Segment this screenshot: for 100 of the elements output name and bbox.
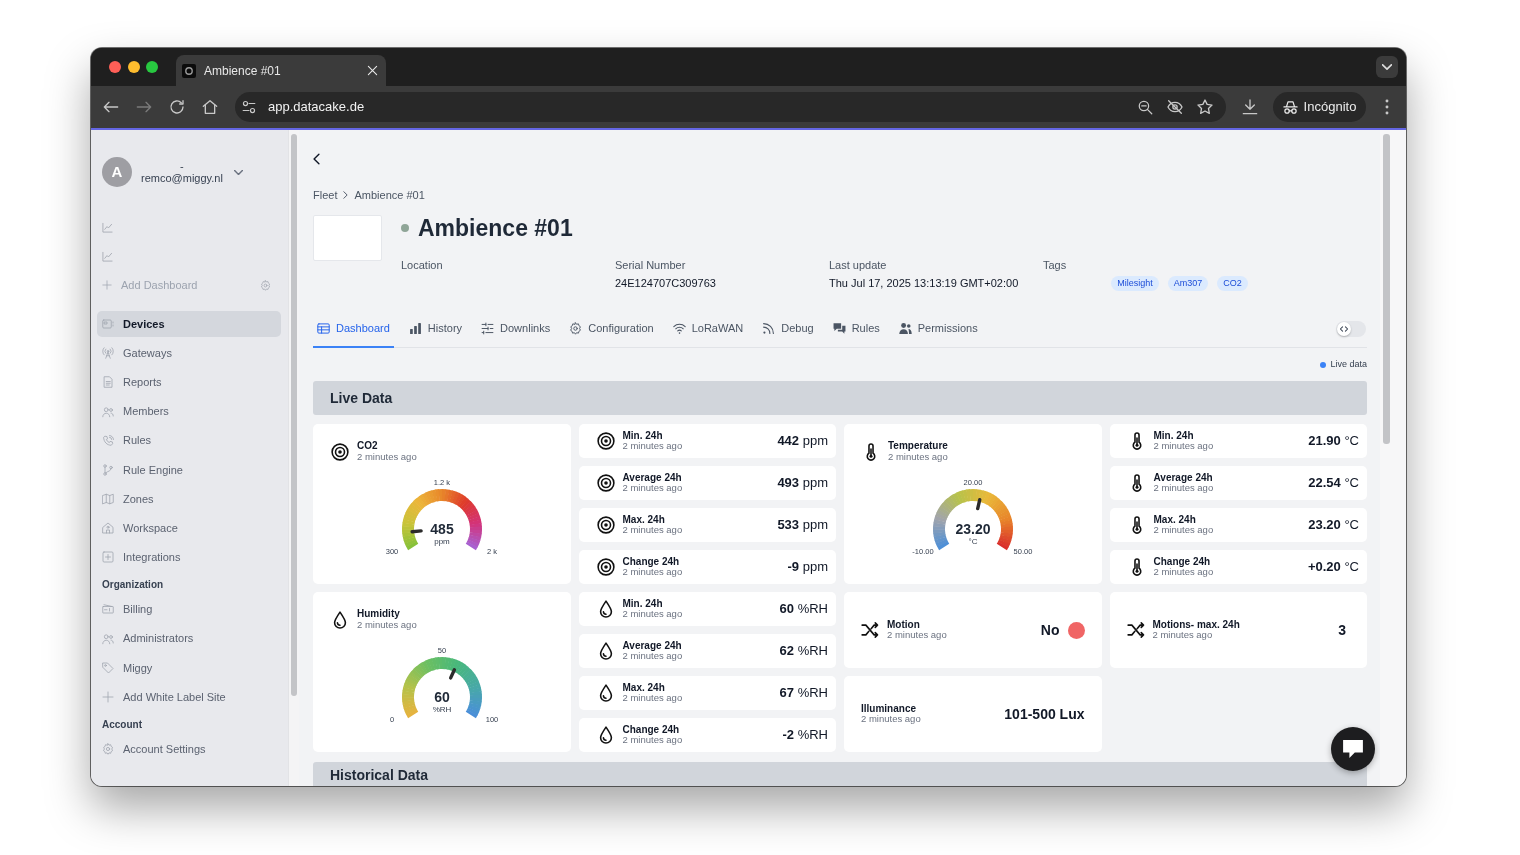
widget-time: 2 minutes ago	[357, 619, 417, 630]
star-icon[interactable]	[1197, 99, 1213, 115]
plus-icon	[102, 691, 114, 703]
widget-time: 2 minutes ago	[622, 651, 683, 662]
sidebar-item[interactable]: Rule Engine	[97, 456, 281, 483]
tab-search-button[interactable]	[1376, 56, 1398, 78]
gauge-value: 60	[433, 689, 450, 705]
code-icon	[1340, 326, 1348, 332]
branch-icon	[102, 463, 114, 476]
widget-time: 2 minutes ago	[1152, 630, 1214, 641]
breadcrumb-link[interactable]: Fleet	[313, 188, 338, 202]
section-header: Historical Data	[313, 762, 1367, 786]
address-bar[interactable]: app.datacake.de	[235, 92, 1226, 122]
browser-tab[interactable]: Ambience #01	[176, 55, 386, 86]
drop-icon	[331, 610, 349, 629]
zoom-out-icon[interactable]	[1138, 99, 1153, 115]
tab[interactable]: Configuration	[565, 311, 658, 348]
edit-toggle[interactable]	[1336, 321, 1366, 337]
target-icon	[596, 432, 615, 450]
widget-title: Humidity	[357, 609, 401, 620]
forward-icon[interactable]	[136, 99, 152, 115]
eye-slash-icon[interactable]	[1167, 99, 1183, 115]
gauge-unit: %RH	[432, 705, 452, 714]
tab[interactable]: Permissions	[894, 311, 982, 348]
sidebar-item[interactable]: Zones	[97, 486, 281, 513]
sidebar-item[interactable]: Administrators	[97, 625, 281, 652]
widget-value: 3	[1338, 620, 1346, 640]
table-icon	[317, 322, 330, 335]
map-icon	[102, 493, 114, 506]
widget-title: Change 24h	[622, 724, 681, 735]
sidebar-item[interactable]: Billing	[97, 596, 281, 623]
people-icon	[898, 322, 912, 335]
tag: CO2	[1217, 276, 1248, 291]
sidebar-item[interactable]: Miggy	[97, 654, 281, 681]
tab[interactable]: Downlinks	[477, 311, 555, 348]
incognito-icon	[1282, 99, 1298, 115]
window-minimize-button[interactable]	[127, 61, 140, 73]
sidebar-item[interactable]: Add White Label Site	[97, 684, 281, 710]
antenna-icon	[102, 347, 114, 360]
plus-square-icon	[102, 551, 114, 564]
user-name: -	[179, 160, 185, 172]
sidebar-item[interactable]: Rules	[97, 427, 281, 454]
widget-title: Average 24h	[622, 472, 683, 483]
widget-title: Average 24h	[622, 640, 683, 651]
incognito-button[interactable]: Incógnito	[1273, 92, 1366, 122]
widget-time: 2 minutes ago	[1153, 525, 1214, 536]
device-icon	[102, 317, 114, 330]
widget-title: Illuminance	[861, 703, 917, 714]
breadcrumb-current: Ambience #01	[354, 188, 425, 202]
gauge-unit: °C	[968, 537, 978, 546]
widget-title: Max. 24h	[622, 514, 666, 525]
sidebar-item[interactable]: Devices	[97, 310, 281, 337]
widget-title: Temperature	[888, 441, 948, 452]
chevron-down-icon[interactable]	[233, 169, 243, 175]
tab[interactable]: Debug	[758, 311, 818, 348]
widget-title: Min. 24h	[1153, 430, 1195, 441]
widget-value: -2 %RH	[782, 726, 828, 745]
widget-time: 2 minutes ago	[622, 567, 683, 578]
detail-label: Last update	[829, 259, 888, 272]
menu-icon[interactable]	[1385, 99, 1389, 115]
tag-icon	[102, 661, 114, 674]
tab[interactable]: Rules	[828, 311, 884, 348]
target-icon	[331, 442, 349, 461]
detail-label: Location	[401, 259, 444, 272]
tag: Am307	[1167, 276, 1209, 291]
chat-button[interactable]	[1331, 727, 1375, 771]
sidebar-item[interactable]: Account Settings	[97, 736, 281, 762]
widget-value: 21.90 °C	[1308, 432, 1359, 451]
url-text: app.datacake.de	[268, 98, 366, 117]
sidebar-item[interactable]: Integrations	[97, 544, 281, 571]
sidebar-item[interactable]: Reports	[97, 369, 281, 396]
tab[interactable]: LoRaWAN	[668, 311, 748, 348]
window-close-button[interactable]	[109, 61, 121, 73]
scrollbar-thumb[interactable]	[1383, 134, 1390, 444]
house-icon	[102, 522, 114, 535]
tab[interactable]: History	[404, 311, 467, 348]
target-icon	[596, 474, 615, 492]
scrollbar-thumb[interactable]	[291, 134, 297, 696]
sidebar-item[interactable]: Workspace	[97, 515, 281, 542]
back-icon[interactable]	[103, 99, 119, 115]
sidebar-item[interactable]: Members	[97, 398, 281, 425]
home-icon[interactable]	[202, 99, 218, 115]
download-icon[interactable]	[1242, 99, 1258, 115]
widget-time: 2 minutes ago	[1153, 483, 1214, 494]
widget-value: 67 %RH	[779, 684, 828, 703]
widget-title: CO2	[357, 441, 379, 452]
back-icon[interactable]	[313, 153, 320, 165]
live-data-label: Live data	[1330, 358, 1367, 372]
sidebar-item[interactable]: Gateways	[97, 340, 281, 367]
gauge-value: 23.20	[955, 521, 991, 537]
wifi-icon	[672, 322, 686, 335]
close-icon[interactable]	[367, 65, 378, 76]
reload-icon[interactable]	[169, 99, 185, 115]
plus-icon	[102, 280, 112, 291]
window-zoom-button[interactable]	[146, 61, 158, 73]
widget-value: 442 ppm	[777, 432, 828, 451]
site-settings-icon[interactable]	[242, 100, 256, 114]
detail-label: Tags	[1043, 259, 1068, 272]
widget-value: 493 ppm	[777, 474, 828, 493]
tab[interactable]: Dashboard	[313, 311, 394, 348]
